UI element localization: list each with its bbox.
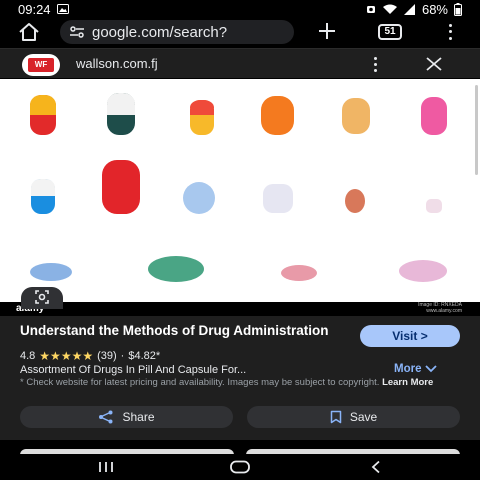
- pills-photo: [30, 93, 447, 282]
- watermark-url: www.alamy.com: [426, 308, 462, 314]
- capsule-white-teal: [107, 93, 135, 135]
- lens-button[interactable]: [21, 287, 63, 309]
- rating-value: 4.8: [20, 350, 36, 362]
- gallery-icon: [56, 4, 69, 14]
- chevron-down-icon: [425, 365, 438, 373]
- tablet-small-pink: [426, 199, 442, 213]
- capsule-yellow-red: [30, 95, 56, 135]
- signal-icon: [403, 3, 415, 15]
- tabs-icon[interactable]: 51: [378, 24, 402, 40]
- bookmark-icon: [330, 410, 342, 424]
- capsule-white-blue: [31, 179, 55, 214]
- site-more-icon[interactable]: [370, 55, 380, 73]
- tablet-brown: [345, 189, 365, 213]
- tablet-orange: [261, 96, 294, 135]
- home-circle-icon[interactable]: [228, 459, 252, 475]
- tablet-light-blue: [183, 182, 215, 214]
- back-icon[interactable]: [364, 459, 388, 475]
- close-icon[interactable]: [424, 55, 444, 73]
- more-vert-icon[interactable]: [442, 22, 458, 42]
- more-button[interactable]: More: [394, 363, 438, 375]
- site-logo[interactable]: WF: [22, 54, 60, 76]
- recents-icon[interactable]: [94, 459, 118, 475]
- tablet-green-oval: [148, 256, 204, 282]
- tablet-pink-oval: [281, 265, 317, 281]
- disclaimer-text: * Check website for latest pricing and a…: [20, 377, 380, 388]
- omnibox[interactable]: google.com/search?: [60, 20, 294, 44]
- wifi-icon: [382, 4, 397, 14]
- visit-button[interactable]: Visit >: [360, 325, 460, 347]
- capsule-tan: [342, 98, 370, 134]
- capsule-red-yellow: [190, 100, 214, 135]
- battery-icon: [454, 2, 462, 16]
- save-label: Save: [349, 410, 378, 424]
- watermark-strip: alamy Image ID: RNXEDAwww.alamy.com: [0, 302, 480, 316]
- rating-stars: ★★★★★: [39, 349, 94, 363]
- rating-row: 4.8 ★★★★★ (39) · $4.82*: [20, 349, 160, 363]
- browser-toolbar: google.com/search? 51: [0, 18, 480, 46]
- result-panel: Understand the Methods of Drug Administr…: [0, 316, 480, 440]
- image-scrollbar[interactable]: [475, 85, 478, 175]
- save-button[interactable]: Save: [247, 406, 460, 428]
- disclaimer: * Check website for latest pricing and a…: [20, 377, 460, 388]
- status-bar: 09:24 68%: [0, 0, 480, 18]
- separator-dot: ·: [120, 350, 125, 362]
- tab-count: 51: [384, 26, 396, 37]
- review-count: (39): [97, 350, 117, 362]
- tablet-blue-oval: [30, 263, 72, 281]
- battery-percent: 68%: [421, 1, 448, 17]
- system-nav-bar: [0, 454, 480, 480]
- alarm-icon: [366, 6, 375, 13]
- capsule-red-gel: [102, 160, 140, 214]
- tablet-white: [263, 184, 293, 213]
- home-icon[interactable]: [18, 22, 40, 42]
- share-button[interactable]: Share: [20, 406, 233, 428]
- result-subtitle: Assortment Of Drugs In Pill And Capsule …: [20, 364, 247, 376]
- share-label: Share: [122, 410, 155, 424]
- site-header: WF wallson.com.fj: [0, 48, 480, 78]
- tablet-lilac-oval: [399, 260, 447, 282]
- site-logo-text: WF: [28, 58, 54, 72]
- result-title[interactable]: Understand the Methods of Drug Administr…: [20, 324, 340, 338]
- price: $4.82*: [128, 350, 161, 362]
- status-time: 09:24: [18, 1, 51, 17]
- learn-more-link[interactable]: Learn More: [382, 377, 433, 388]
- plus-icon[interactable]: [316, 20, 338, 42]
- image-preview[interactable]: [0, 79, 480, 304]
- site-name[interactable]: wallson.com.fj: [76, 56, 158, 71]
- capsule-pink: [421, 97, 447, 135]
- lens-icon: [35, 290, 49, 304]
- more-label: More: [394, 363, 422, 375]
- tune-icon[interactable]: [70, 26, 84, 38]
- share-icon: [99, 410, 113, 424]
- visit-label: Visit >: [392, 329, 428, 343]
- related-results-peek: [0, 440, 480, 457]
- url-text[interactable]: google.com/search?: [92, 24, 227, 41]
